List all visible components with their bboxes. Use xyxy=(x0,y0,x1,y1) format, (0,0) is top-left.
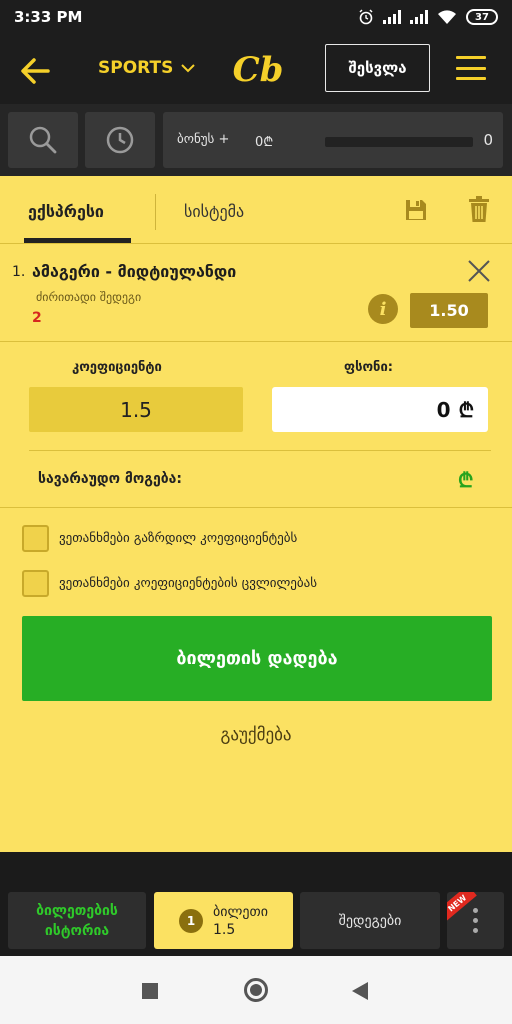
system-nav-bar xyxy=(0,956,512,1024)
event-name: ამაგერი - მიდტიულანდი xyxy=(32,262,237,281)
tab-results[interactable]: შედეგები xyxy=(300,892,440,949)
event-index: 1. xyxy=(12,264,26,280)
app-header: SPORTS Cb შესვლა xyxy=(0,34,512,104)
accept-odds-change-checkbox[interactable] xyxy=(22,569,49,597)
search-button[interactable] xyxy=(8,112,78,168)
wifi-icon xyxy=(438,10,456,24)
more-dot xyxy=(473,918,478,923)
bet-history-label-line1: ბილეთების xyxy=(36,902,118,919)
betslip-panel: ექსპრესი სისტემა 1. ამაგერი - მიდტიულანდ… xyxy=(0,176,512,852)
event-odds-badge: 1.50 xyxy=(410,293,488,328)
bonus-progress-bar xyxy=(325,137,473,147)
accept-increased-odds-row[interactable]: ვეთანხმები გაზრდილ კოეფიციენტებს xyxy=(22,524,492,552)
recents-icon[interactable] xyxy=(142,983,158,999)
new-badge: NEW xyxy=(447,892,477,922)
close-icon[interactable] xyxy=(466,258,492,284)
bonus-label: ბონუს + xyxy=(177,132,230,147)
bonus-amount: 0₾ xyxy=(255,135,274,150)
save-icon[interactable] xyxy=(404,198,428,222)
brand-logo[interactable]: Cb xyxy=(228,50,288,90)
alarm-icon xyxy=(359,9,373,25)
back-icon[interactable] xyxy=(352,982,368,1000)
coefficient-value: 1.5 xyxy=(29,387,243,432)
search-icon xyxy=(29,126,57,154)
tab-express[interactable]: ექსპრესი xyxy=(28,202,104,221)
back-arrow-icon[interactable] xyxy=(18,54,52,88)
cancel-button[interactable]: გაუქმება xyxy=(0,725,512,745)
betslip-tabs: ექსპრესი სისტემა xyxy=(0,176,512,244)
bet-history-label-line2: ისტორია xyxy=(44,922,110,939)
place-bet-button[interactable]: ბილეთის დადება xyxy=(22,616,492,701)
status-time: 3:33 PM xyxy=(14,8,83,26)
tab-divider xyxy=(155,194,156,230)
accept-increased-odds-label: ვეთანხმები გაზრდილ კოეფიციენტებს xyxy=(59,530,298,546)
coefficient-label: კოეფიციენტი xyxy=(72,360,162,375)
active-tab-indicator xyxy=(24,238,131,243)
stake-value: 0 xyxy=(436,397,451,422)
accept-increased-odds-checkbox[interactable] xyxy=(22,524,49,552)
tab-bet-history[interactable]: ბილეთების ისტორია xyxy=(8,892,146,949)
ticket-value: 1.5 xyxy=(213,921,236,938)
tab-betslip[interactable]: 1 ბილეთი 1.5 xyxy=(154,892,293,949)
event-pick: 2 xyxy=(32,310,42,326)
battery-icon: 37 xyxy=(466,9,498,25)
home-icon[interactable] xyxy=(244,978,268,1002)
bonus-panel[interactable]: ბონუს + 0₾ 0 xyxy=(163,112,503,168)
possible-win-value: ₾ xyxy=(458,468,474,492)
more-dot xyxy=(473,908,478,913)
signal-icon xyxy=(410,10,428,24)
divider xyxy=(29,450,491,451)
more-dot xyxy=(473,928,478,933)
hamburger-menu-icon[interactable] xyxy=(456,56,486,80)
currency-symbol: ₾ xyxy=(458,398,474,422)
info-icon[interactable]: i xyxy=(368,294,398,324)
trash-icon[interactable] xyxy=(468,196,490,222)
accept-odds-change-label: ვეთანხმები კოეფიციენტების ცვლილებას xyxy=(59,575,318,591)
more-menu-button[interactable]: NEW xyxy=(447,892,504,949)
bonus-count: 0 xyxy=(483,131,493,149)
stake-label: ფსონი: xyxy=(344,360,393,375)
accept-odds-change-row[interactable]: ვეთანხმები კოეფიციენტების ცვლილებას xyxy=(22,569,492,597)
toolbar-row: ბონუს + 0₾ 0 xyxy=(0,104,512,176)
signal-icon xyxy=(383,10,401,24)
chevron-down-icon xyxy=(181,64,196,73)
divider xyxy=(0,507,512,508)
sports-label: SPORTS xyxy=(98,58,174,78)
clock-icon xyxy=(106,126,134,154)
possible-win-label: სავარაუდო მოგება: xyxy=(38,471,182,487)
bottom-tab-bar: ბილეთების ისტორია 1 ბილეთი 1.5 შედეგები … xyxy=(0,852,512,956)
event-market: ძირითადი შედეგი xyxy=(36,290,142,304)
status-bar: 3:33 PM 37 xyxy=(0,0,512,34)
tab-system[interactable]: სისტემა xyxy=(184,202,244,221)
stake-input[interactable]: 0 ₾ xyxy=(272,387,488,432)
ticket-count-badge: 1 xyxy=(179,908,204,933)
status-icons: 37 xyxy=(358,9,498,25)
ticket-label: ბილეთი xyxy=(213,903,268,920)
history-button[interactable] xyxy=(85,112,155,168)
sports-dropdown[interactable]: SPORTS xyxy=(98,58,196,78)
login-button[interactable]: შესვლა xyxy=(325,44,430,92)
